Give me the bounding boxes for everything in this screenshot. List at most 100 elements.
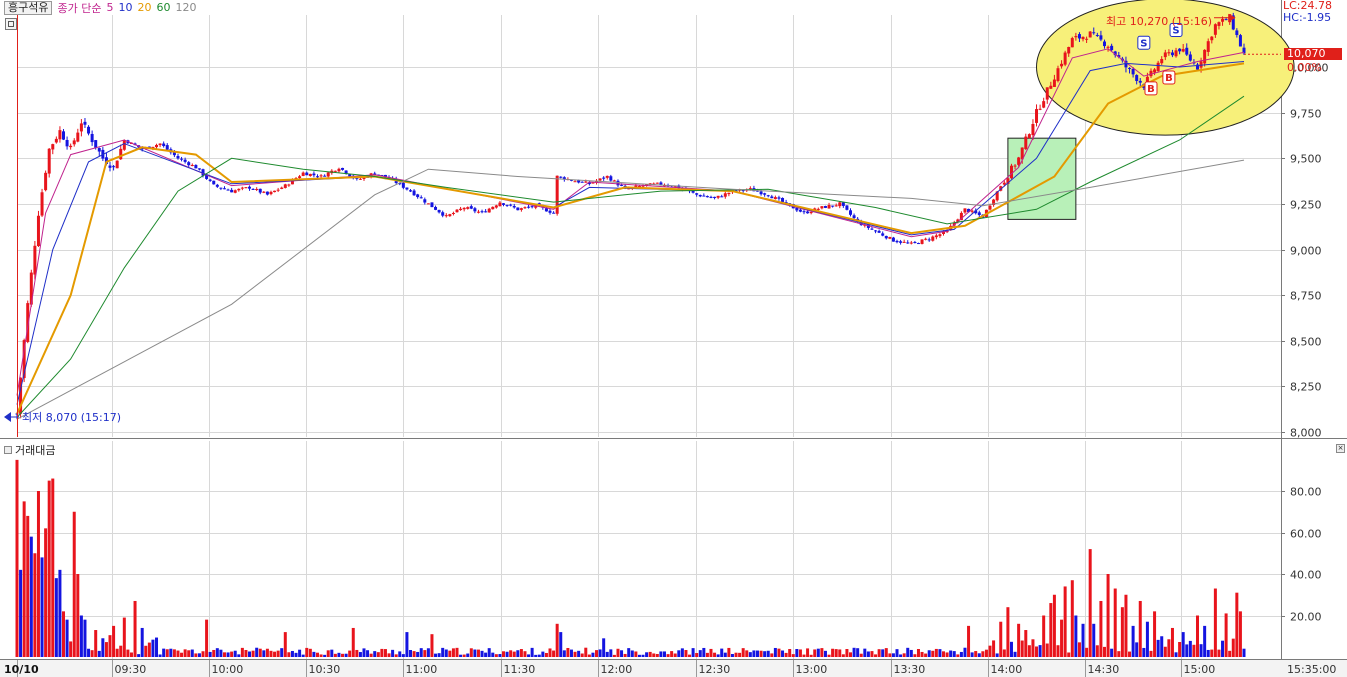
volume-bar <box>240 647 244 657</box>
ma-5-label: 5 <box>106 1 114 14</box>
volume-bar <box>112 625 116 657</box>
volume-bar <box>595 650 599 657</box>
candle-body <box>573 181 577 183</box>
candle <box>845 205 849 211</box>
volume-bar <box>695 653 699 657</box>
volume-bar <box>1153 611 1157 657</box>
volume-bar <box>902 653 906 657</box>
candle-body <box>598 178 602 181</box>
volume-menu-icon[interactable] <box>4 446 12 454</box>
candle-body <box>1170 52 1174 56</box>
volume-bar <box>376 652 380 657</box>
candle-body <box>1027 134 1031 138</box>
candle-body <box>748 188 752 190</box>
volume-bar <box>1210 649 1214 657</box>
candle-body <box>555 175 559 214</box>
volume-bar <box>219 649 223 657</box>
volume-bar <box>36 491 40 657</box>
candle-body <box>913 242 917 244</box>
volume-bar <box>1188 640 1192 657</box>
volume-bar <box>877 649 881 657</box>
candle-body <box>1185 47 1189 55</box>
volume-bar <box>244 649 248 657</box>
candle-body <box>251 188 255 190</box>
candle-body <box>1224 19 1228 21</box>
volume-bar <box>974 651 978 657</box>
volume-bar <box>455 647 459 657</box>
candle-body <box>197 168 201 170</box>
candle-body <box>852 215 856 219</box>
volume-bar <box>863 648 867 657</box>
x-tick-label: 13:00 <box>796 663 828 676</box>
candle-body <box>237 188 241 191</box>
volume-bar <box>1142 647 1146 657</box>
end-time-label: 15:35:00 <box>1287 663 1336 676</box>
chart-settings-button[interactable] <box>5 18 17 30</box>
volume-bar <box>487 648 491 657</box>
volume-bar <box>97 650 101 657</box>
volume-bar <box>913 654 917 657</box>
candle-body <box>988 205 992 210</box>
candle-body <box>287 184 291 186</box>
volume-bar <box>155 637 159 657</box>
ma-20-label: 20 <box>137 1 152 14</box>
volume-bar <box>444 649 448 657</box>
candle-body <box>47 148 51 174</box>
candle-body <box>505 204 509 206</box>
volume-bar <box>194 653 198 657</box>
candle-body <box>430 202 434 208</box>
volume-bar <box>652 653 656 657</box>
volume-bar <box>362 648 366 657</box>
candle-body <box>72 140 76 145</box>
volume-bar <box>559 632 563 657</box>
candle-body <box>1160 59 1164 64</box>
volume-y-tick-label: 20.00 <box>1290 611 1322 624</box>
volume-bar <box>949 650 953 657</box>
ma-60-label: 60 <box>156 1 171 14</box>
candle <box>115 160 119 169</box>
volume-bar <box>816 648 820 657</box>
candle-body <box>319 175 323 177</box>
volume-close-icon[interactable]: × <box>1336 444 1345 453</box>
candle-body <box>1099 35 1103 40</box>
candle-body <box>616 180 620 186</box>
volume-bar <box>527 654 531 657</box>
candle-body <box>469 206 473 209</box>
candle-body <box>584 181 588 183</box>
candle-body <box>487 208 491 213</box>
volume-bar <box>884 648 888 657</box>
candle-body <box>119 148 123 160</box>
candle-body <box>1163 52 1167 58</box>
volume-bar <box>301 654 305 657</box>
volume-bar <box>927 650 931 657</box>
volume-bar <box>183 649 187 657</box>
candle-body <box>702 195 706 197</box>
candle-body <box>280 187 284 189</box>
volume-bar <box>187 650 191 657</box>
stock-name-box[interactable]: 흥구석유 <box>4 0 53 15</box>
volume-y-tick-label: 40.00 <box>1290 569 1322 582</box>
candle <box>1231 12 1235 31</box>
candle-body <box>580 181 584 183</box>
volume-bar <box>237 654 241 657</box>
candle-body <box>548 210 552 213</box>
volume-bar <box>666 654 670 657</box>
candle-body <box>695 193 699 195</box>
candle-body <box>1063 52 1067 65</box>
candle-body <box>341 167 345 170</box>
candle-body <box>1013 165 1017 167</box>
candle-body <box>827 205 831 209</box>
volume-bar <box>770 653 774 657</box>
x-tick-label: 10:00 <box>212 663 244 676</box>
candle-body <box>97 148 101 152</box>
candle-body <box>831 205 835 207</box>
candle-body <box>1095 34 1099 36</box>
volume-bar <box>280 648 284 657</box>
volume-bar <box>348 650 352 657</box>
candle-body <box>849 210 853 215</box>
candle-body <box>65 139 69 147</box>
volume-bar <box>584 647 588 657</box>
candle-body <box>1235 30 1239 35</box>
volume-bar <box>1099 600 1103 657</box>
volume-bar <box>562 650 566 657</box>
